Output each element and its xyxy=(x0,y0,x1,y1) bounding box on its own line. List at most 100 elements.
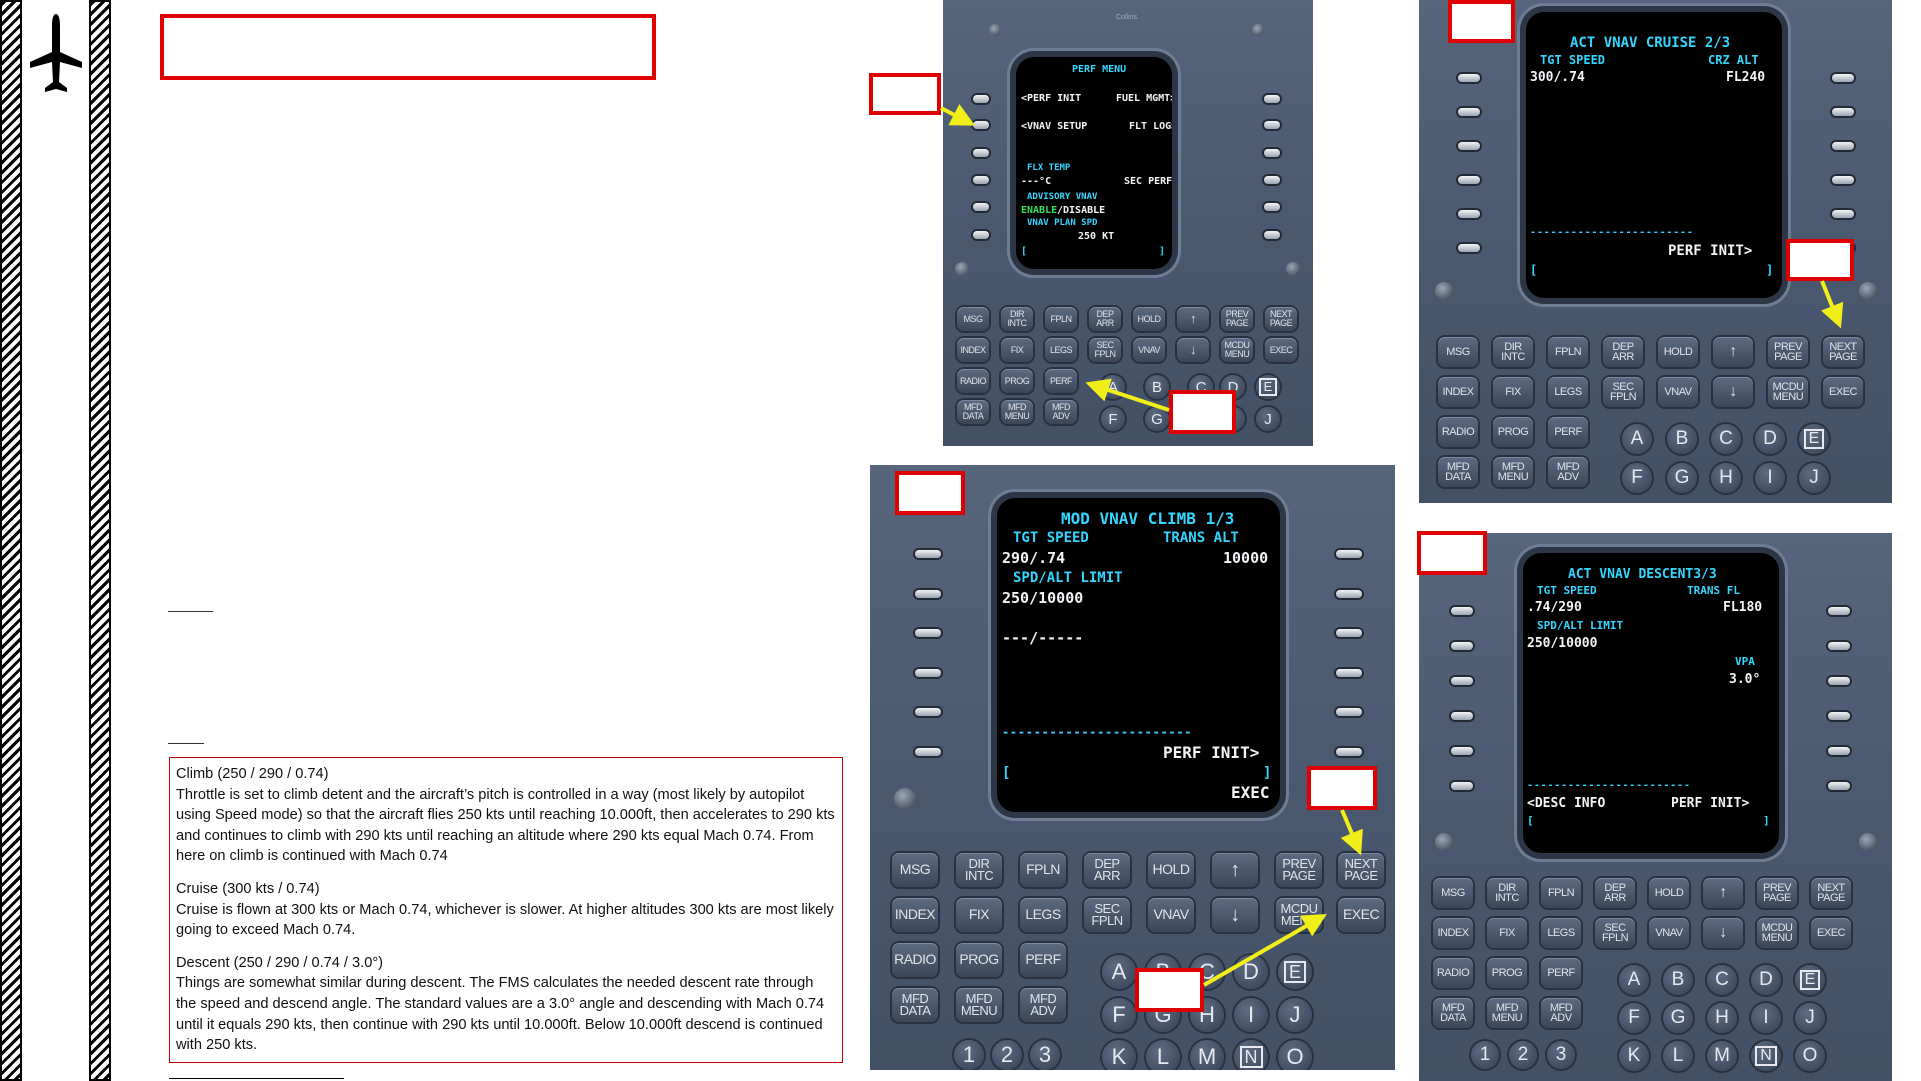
key-next-page[interactable]: NEXT PAGE xyxy=(1338,853,1384,887)
key-mfd-menu[interactable]: MFD MENU xyxy=(1487,998,1527,1028)
key-k[interactable]: K xyxy=(1102,1040,1136,1070)
key-radio[interactable]: RADIO xyxy=(892,943,938,977)
key-prog[interactable]: PROG xyxy=(1487,958,1527,988)
key-d[interactable]: D xyxy=(1751,965,1781,995)
lsk-r3[interactable] xyxy=(1832,142,1854,150)
key-o[interactable]: O xyxy=(1278,1040,1312,1070)
key-msg[interactable]: MSG xyxy=(892,853,938,887)
lsk-l6[interactable] xyxy=(1451,782,1473,790)
key-l[interactable]: L xyxy=(1146,1040,1180,1070)
key-sec-fpln[interactable]: SEC FPLN xyxy=(1595,918,1635,948)
key-dep-arr[interactable]: DEP ARR xyxy=(1084,853,1130,887)
key-j[interactable]: J xyxy=(1799,463,1829,493)
key-dir-intc[interactable]: DIR INTC xyxy=(1487,878,1527,908)
key-l[interactable]: L xyxy=(1663,1041,1693,1071)
lsk-l3[interactable] xyxy=(973,149,989,157)
key-slew-up[interactable]: ↑ xyxy=(1212,853,1258,887)
key-a[interactable]: A xyxy=(1622,424,1652,454)
key-fix[interactable]: FIX xyxy=(1487,918,1527,948)
lsk-l6[interactable] xyxy=(1458,244,1480,252)
lsk-r2[interactable] xyxy=(1264,121,1280,129)
key-i[interactable]: I xyxy=(1751,1003,1781,1033)
key-index[interactable]: INDEX xyxy=(892,898,938,932)
lsk-r4[interactable] xyxy=(1832,176,1854,184)
key-exec[interactable]: EXEC xyxy=(1338,898,1384,932)
key-mcdu-menu[interactable]: MCDU MENU xyxy=(1768,377,1808,407)
lsk-l4[interactable] xyxy=(1451,712,1473,720)
key-i[interactable]: I xyxy=(1755,463,1785,493)
key-h[interactable]: H xyxy=(1711,463,1741,493)
lsk-l5[interactable] xyxy=(1451,747,1473,755)
key-mfd-menu[interactable]: MFD MENU xyxy=(956,988,1002,1022)
key-hold[interactable]: HOLD xyxy=(1148,853,1194,887)
lsk-r1[interactable] xyxy=(1336,550,1362,558)
key-mfd-data[interactable]: MFD DATA xyxy=(1438,457,1478,487)
lsk-l4[interactable] xyxy=(1458,176,1480,184)
key-3[interactable]: 3 xyxy=(1030,1040,1060,1070)
key-dep-arr[interactable]: DEP ARR xyxy=(1089,307,1121,331)
key-perf[interactable]: PERF xyxy=(1541,958,1581,988)
key-j[interactable]: J xyxy=(1256,407,1280,431)
key-fpln[interactable]: FPLN xyxy=(1548,337,1588,367)
key-prog[interactable]: PROG xyxy=(1001,369,1033,393)
key-mfd-adv[interactable]: MFD ADV xyxy=(1045,400,1077,424)
key-mcdu-menu[interactable]: MCDU MENU xyxy=(1276,898,1322,932)
key-slew-down[interactable]: ↓ xyxy=(1713,377,1753,407)
key-vnav[interactable]: VNAV xyxy=(1133,338,1165,362)
key-mfd-menu[interactable]: MFD MENU xyxy=(1493,457,1533,487)
key-hold[interactable]: HOLD xyxy=(1649,878,1689,908)
key-prev-page[interactable]: PREV PAGE xyxy=(1757,878,1797,908)
key-c[interactable]: C xyxy=(1711,424,1741,454)
lsk-l4[interactable] xyxy=(915,669,941,677)
key-f[interactable]: F xyxy=(1102,998,1136,1032)
key-a[interactable]: A xyxy=(1619,965,1649,995)
key-mfd-adv[interactable]: MFD ADV xyxy=(1548,457,1588,487)
lsk-l5[interactable] xyxy=(915,708,941,716)
key-prog[interactable]: PROG xyxy=(1493,417,1533,447)
key-b[interactable]: B xyxy=(1667,424,1697,454)
key-dir-intc[interactable]: DIR INTC xyxy=(1493,337,1533,367)
key-next-page[interactable]: NEXT PAGE xyxy=(1811,878,1851,908)
lsk-l2[interactable] xyxy=(915,590,941,598)
key-g[interactable]: G xyxy=(1145,407,1169,431)
key-exec[interactable]: EXEC xyxy=(1265,338,1297,362)
key-sec-fpln[interactable]: SEC FPLN xyxy=(1084,898,1130,932)
key-2[interactable]: 2 xyxy=(1509,1041,1537,1069)
key-mfd-data[interactable]: MFD DATA xyxy=(892,988,938,1022)
lsk-r1[interactable] xyxy=(1832,74,1854,82)
key-b[interactable]: B xyxy=(1663,965,1693,995)
lsk-l1[interactable] xyxy=(973,95,989,103)
lsk-l3[interactable] xyxy=(1451,677,1473,685)
key-d[interactable]: D xyxy=(1755,424,1785,454)
key-fpln[interactable]: FPLN xyxy=(1045,307,1077,331)
key-2[interactable]: 2 xyxy=(992,1040,1022,1070)
lsk-l1[interactable] xyxy=(1458,74,1480,82)
key-3[interactable]: 3 xyxy=(1547,1041,1575,1069)
key-o[interactable]: O xyxy=(1795,1041,1825,1071)
key-index[interactable]: INDEX xyxy=(1433,918,1473,948)
key-fpln[interactable]: FPLN xyxy=(1541,878,1581,908)
key-g[interactable]: G xyxy=(1667,463,1697,493)
key-i[interactable]: I xyxy=(1234,998,1268,1032)
lsk-r2[interactable] xyxy=(1828,642,1850,650)
key-e[interactable]: E xyxy=(1799,424,1829,454)
key-legs[interactable]: LEGS xyxy=(1020,898,1066,932)
key-g[interactable]: G xyxy=(1663,1003,1693,1033)
key-next-page[interactable]: NEXT PAGE xyxy=(1823,337,1863,367)
key-fpln[interactable]: FPLN xyxy=(1020,853,1066,887)
key-m[interactable]: M xyxy=(1707,1041,1737,1071)
lsk-r5[interactable] xyxy=(1832,210,1854,218)
key-e[interactable]: E xyxy=(1278,955,1312,989)
key-legs[interactable]: LEGS xyxy=(1548,377,1588,407)
key-e[interactable]: E xyxy=(1795,965,1825,995)
key-dir-intc[interactable]: DIR INTC xyxy=(956,853,1002,887)
lsk-r2[interactable] xyxy=(1832,108,1854,116)
key-msg[interactable]: MSG xyxy=(1438,337,1478,367)
key-next-page[interactable]: NEXT PAGE xyxy=(1265,307,1297,331)
key-legs[interactable]: LEGS xyxy=(1045,338,1077,362)
lsk-r5[interactable] xyxy=(1264,203,1280,211)
key-a[interactable]: A xyxy=(1101,375,1125,399)
lsk-r6[interactable] xyxy=(1264,231,1280,239)
key-f[interactable]: F xyxy=(1101,407,1125,431)
lsk-l1[interactable] xyxy=(1451,607,1473,615)
